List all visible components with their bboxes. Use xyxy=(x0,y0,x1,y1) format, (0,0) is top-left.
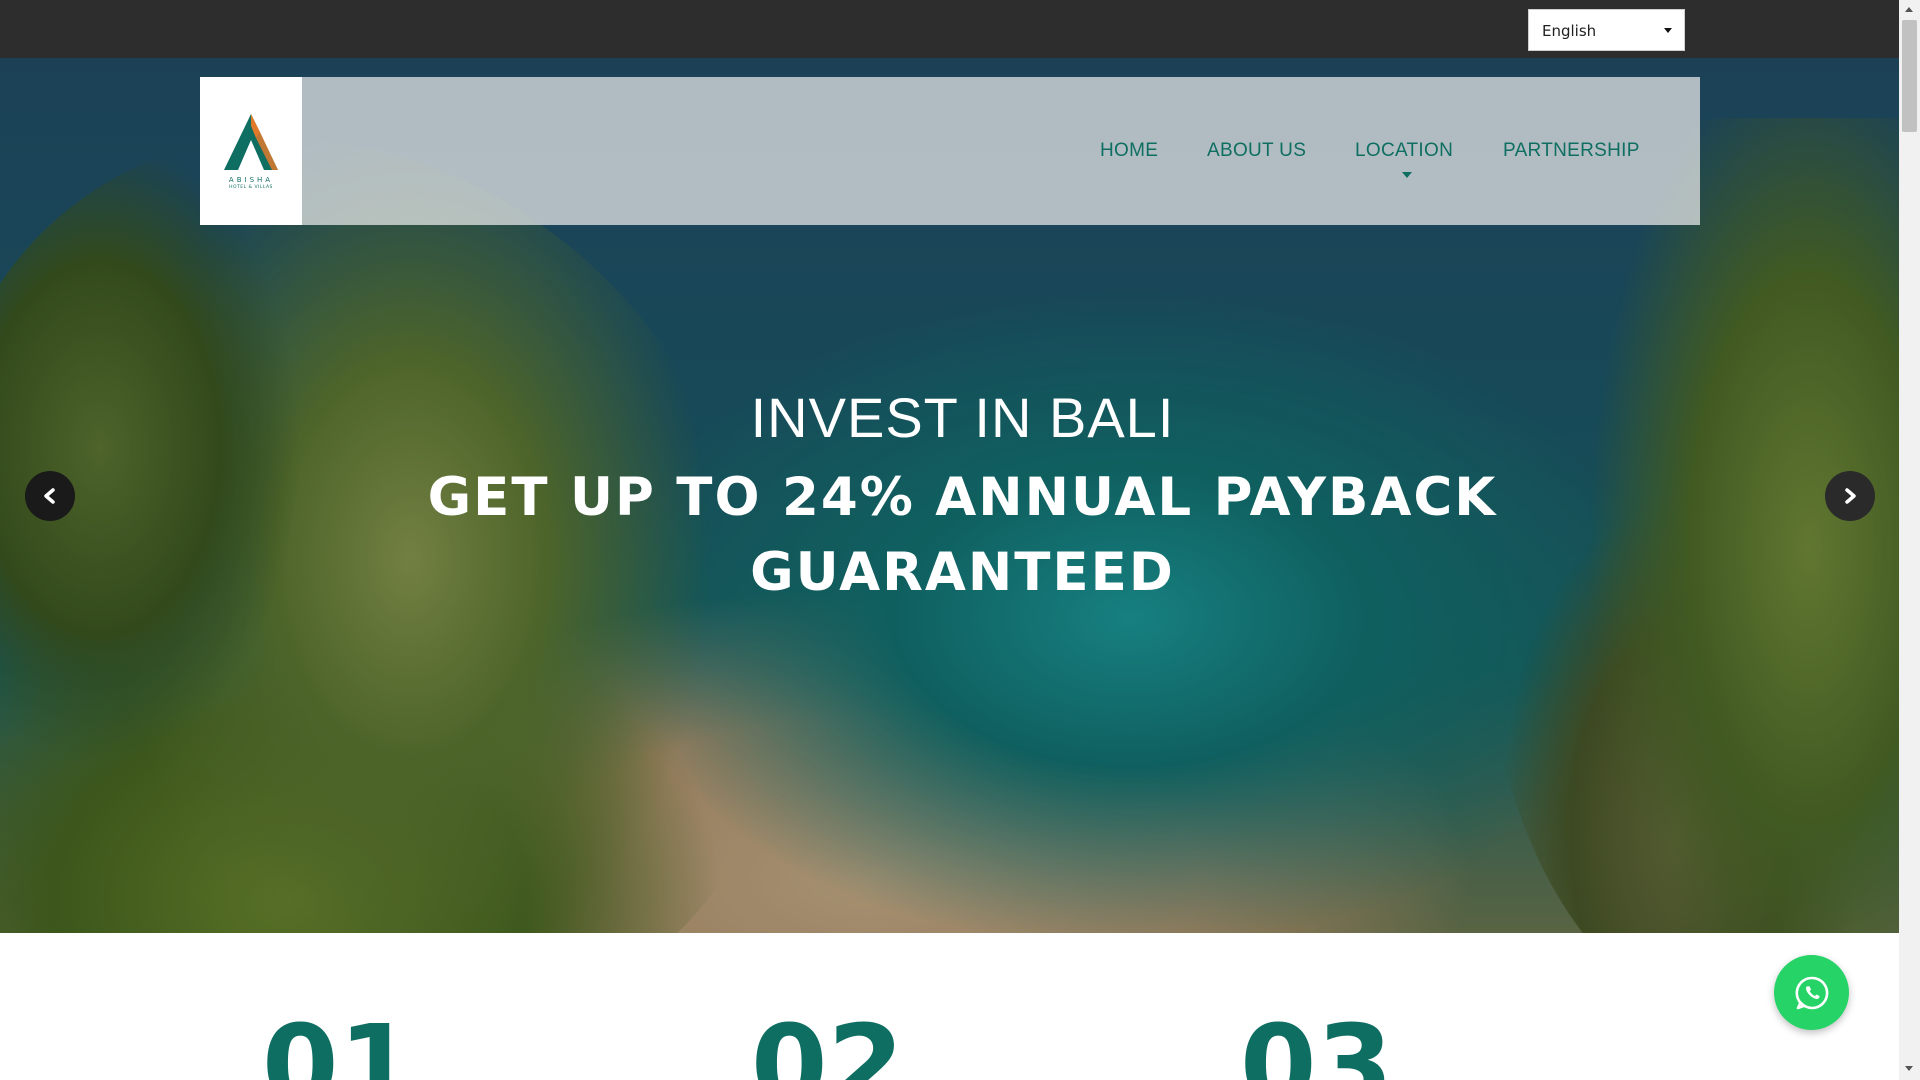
step-number: 01 xyxy=(262,1001,416,1080)
whatsapp-icon xyxy=(1795,976,1828,1009)
page: English ABISHA HOTEL & VILLAS HOME ABOUT… xyxy=(0,0,1899,1080)
slider-next-button[interactable] xyxy=(1825,471,1875,521)
logo-name: ABISHA xyxy=(228,176,274,184)
language-select[interactable]: English xyxy=(1528,9,1685,51)
caret-down-icon xyxy=(1664,28,1672,33)
nav-partnership[interactable]: PARTNERSHIP xyxy=(1503,140,1640,162)
slider-prev-button[interactable] xyxy=(25,471,75,521)
nav-location[interactable]: LOCATION xyxy=(1355,140,1453,162)
nav-about-us[interactable]: ABOUT US xyxy=(1207,140,1306,162)
hero-headline: GET UP TO 24% ANNUAL PAYBACK GUARANTEED xyxy=(427,467,1498,603)
scrollbar[interactable] xyxy=(1899,0,1920,1080)
nav-home[interactable]: HOME xyxy=(1100,140,1158,162)
step-number: 02 xyxy=(751,1001,905,1080)
logo-tagline: HOTEL & VILLAS xyxy=(229,185,273,190)
header-nav-panel xyxy=(200,77,1700,225)
caret-down-icon xyxy=(1402,172,1412,178)
language-select-value: English xyxy=(1542,22,1597,40)
scrollbar-thumb[interactable] xyxy=(1902,20,1917,132)
whatsapp-button[interactable] xyxy=(1774,955,1849,1030)
chevron-left-icon xyxy=(44,488,55,504)
scroll-down-icon[interactable] xyxy=(1905,1066,1913,1071)
hero-kicker: INVEST IN BALI xyxy=(750,386,1175,449)
step-number: 03 xyxy=(1240,1001,1394,1080)
top-bar: English xyxy=(0,0,1899,58)
scroll-up-icon[interactable] xyxy=(1905,7,1913,12)
logo[interactable]: ABISHA HOTEL & VILLAS xyxy=(200,77,302,225)
chevron-right-icon xyxy=(1845,488,1856,504)
logo-mark-icon xyxy=(224,114,278,170)
